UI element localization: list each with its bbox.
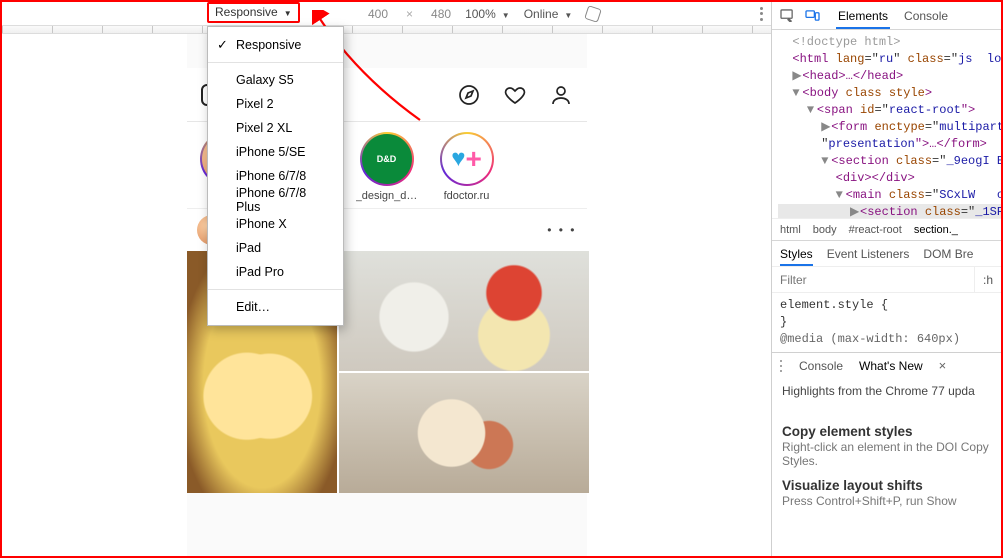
crumb[interactable]: body: [813, 224, 837, 236]
drawer-tab-whatsnew[interactable]: What's New: [859, 359, 923, 373]
device-menu-item[interactable]: iPad: [208, 236, 343, 260]
styles-tabs: Styles Event Listeners DOM Bre: [772, 240, 1001, 266]
viewport-width[interactable]: 400: [368, 7, 388, 21]
breadcrumb[interactable]: html body #react-root section._: [772, 218, 1001, 240]
subtab-styles[interactable]: Styles: [780, 247, 813, 266]
device-menu-item[interactable]: iPhone 6/7/8: [208, 164, 343, 188]
drawer-tabs: Console What's New ×: [772, 352, 1001, 378]
heart-icon[interactable]: [503, 83, 527, 107]
device-menu-item[interactable]: iPad Pro: [208, 260, 343, 284]
whats-new-panel: Highlights from the Chrome 77 upda Copy …: [772, 378, 1001, 514]
device-menu-item[interactable]: Responsive: [208, 33, 343, 57]
device-menu-edit[interactable]: Edit…: [208, 295, 343, 319]
tab-elements[interactable]: Elements: [836, 3, 890, 29]
device-menu-item[interactable]: Pixel 2: [208, 92, 343, 116]
subtab-event-listeners[interactable]: Event Listeners: [827, 247, 910, 266]
device-mode-pane: 400 × 480 100% Online Responsive Respons…: [2, 2, 771, 556]
throttle-dropdown[interactable]: Online: [524, 7, 573, 21]
close-icon[interactable]: ×: [939, 358, 947, 373]
crumb[interactable]: section._: [914, 224, 958, 236]
devtools-toolbar: Elements Console: [772, 2, 1001, 30]
profile-icon[interactable]: [549, 83, 573, 107]
viewport-height[interactable]: 480: [431, 7, 451, 21]
more-options-icon[interactable]: [760, 7, 763, 21]
post-more-icon[interactable]: [547, 223, 576, 237]
device-menu-item[interactable]: iPhone 5/SE: [208, 140, 343, 164]
device-toggle-icon[interactable]: [805, 9, 820, 22]
devtools-panel: Elements Console <!doctype html> <html l…: [771, 2, 1001, 556]
device-menu-item[interactable]: iPhone 6/7/8 Plus: [208, 188, 343, 212]
crumb[interactable]: html: [780, 224, 801, 236]
styles-rules[interactable]: element.style { } @media (max-width: 640…: [772, 292, 1001, 352]
whatsnew-heading: Copy element styles: [782, 424, 991, 439]
device-menu-item[interactable]: Galaxy S5: [208, 68, 343, 92]
dom-tree[interactable]: <!doctype html> <html lang="ru" class="j…: [772, 30, 1001, 218]
device-menu-item[interactable]: Pixel 2 XL: [208, 116, 343, 140]
device-menu: Responsive Galaxy S5 Pixel 2 Pixel 2 XL …: [207, 26, 344, 326]
story-item[interactable]: ♥+fdoctor.ru: [433, 132, 501, 202]
crumb[interactable]: #react-root: [849, 224, 902, 236]
whatsnew-text: Press Control+Shift+P, run Show: [782, 494, 991, 508]
toggle-hov-button[interactable]: :h: [974, 267, 1001, 292]
whatsnew-text: Right-click an element in the DOI Copy S…: [782, 440, 991, 468]
explore-icon[interactable]: [457, 83, 481, 107]
drawer-tab-console[interactable]: Console: [799, 359, 843, 373]
styles-filter-input[interactable]: [772, 273, 974, 287]
device-toolbar: 400 × 480 100% Online: [2, 2, 771, 26]
device-select-dropdown[interactable]: Responsive: [207, 2, 300, 23]
inspect-icon[interactable]: [780, 9, 795, 22]
device-select-label: Responsive: [215, 5, 278, 19]
dimension-x: ×: [406, 7, 413, 21]
width-ruler[interactable]: [2, 26, 771, 34]
whatsnew-heading: Visualize layout shifts: [782, 478, 991, 493]
post-image-tile: [339, 251, 589, 371]
post-image-tile: [339, 373, 589, 493]
drawer-kebab-icon[interactable]: [780, 360, 783, 372]
zoom-dropdown[interactable]: 100%: [465, 7, 510, 21]
whatsnew-highlights: Highlights from the Chrome 77 upda: [782, 384, 991, 414]
story-item[interactable]: D&D_design_d…: [353, 132, 421, 202]
tab-console[interactable]: Console: [902, 3, 950, 29]
subtab-dom-breakpoints[interactable]: DOM Bre: [923, 247, 973, 266]
device-menu-item[interactable]: iPhone X: [208, 212, 343, 236]
rotate-icon[interactable]: [586, 7, 600, 21]
